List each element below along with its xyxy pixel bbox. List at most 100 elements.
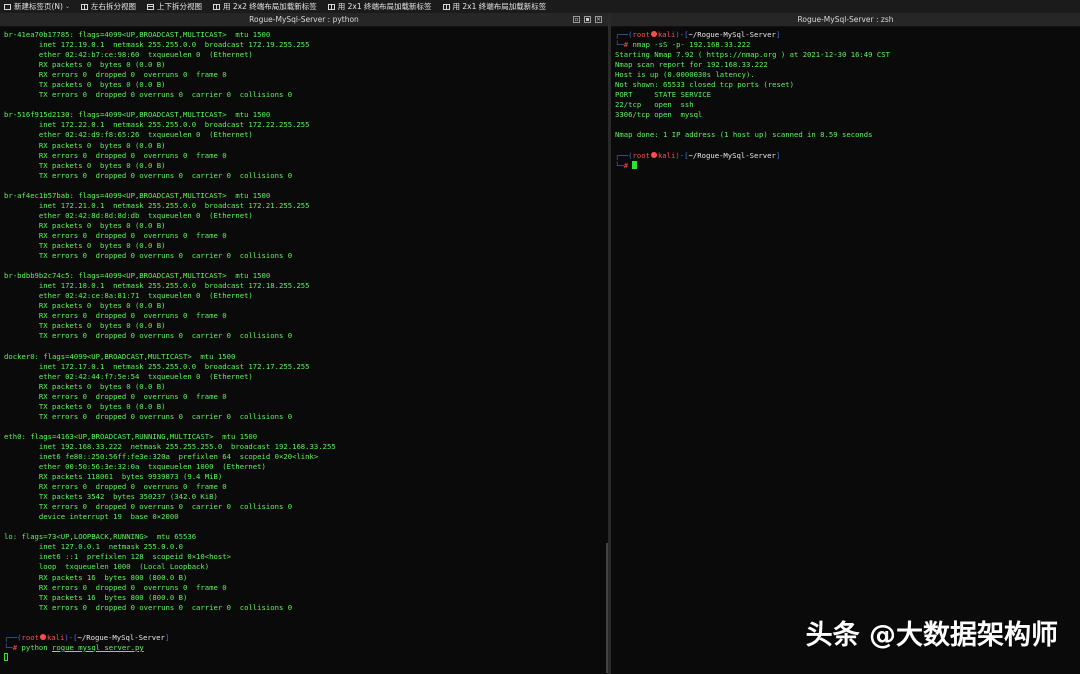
prompt-host: kali (46, 632, 65, 642)
output-line: RX errors 0 dropped 0 overruns 0 frame 0 (4, 391, 227, 401)
output-line: br-516f915d2130: flags=4099<UP,BROADCAST… (4, 110, 271, 120)
output-line: RX errors 0 dropped 0 overruns 0 frame 0 (4, 230, 227, 240)
terminal-toolbar: 新建标签页(N) ⌄ 左右拆分视图 上下拆分视图 用 2x2 终端布局加载新标签 用 2x… (0, 0, 1080, 13)
output-line: RX packets 16 bytes 800 (800.0 B) (4, 572, 188, 582)
pane-window-controls: ▫ ▪ × (573, 13, 602, 26)
output-line: device interrupt 19 base 0×2000 (4, 512, 179, 522)
toolbar-item[interactable]: 用 2x2 终端布局加载新标签 (209, 0, 324, 13)
prompt-line: ┌──(root kali)-[~/Rogue-MySql-Server] (4, 633, 608, 643)
split-horizontal-icon (147, 3, 154, 10)
right-terminal-pane[interactable]: Rogue-MySql-Server : zsh ┌──(root kali)-[… (611, 13, 1080, 674)
output-line: inet 192.168.33.222 netmask 255.255.255.… (4, 441, 336, 451)
split-pane-icon[interactable]: ▫ (573, 16, 580, 23)
output-line: RX packets 118061 bytes 9939873 (9.4 MiB… (4, 472, 223, 482)
skull-icon (39, 633, 46, 640)
output-line: TX packets 3542 bytes 350237 (342.0 KiB) (4, 492, 218, 502)
text-cursor (4, 652, 8, 661)
prompt-input-line: └─# (615, 160, 1080, 171)
output-line: br-41ea70b17785: flags=4099<UP,BROADCAST… (4, 30, 271, 39)
prompt-frame: ┌──( (615, 150, 633, 160)
toolbar-item[interactable]: 用 2x1 终端布局加载新标签 (439, 0, 554, 13)
output-line: RX packets 0 bytes 0 (0.0 B) (4, 60, 166, 70)
left-terminal-pane[interactable]: Rogue-MySql-Server : python ▫ ▪ × br-41e… (0, 13, 608, 674)
skull-icon (650, 151, 657, 158)
output-line: TX errors 0 dropped 0 overruns 0 carrier… (4, 602, 293, 612)
toolbar-item[interactable]: 左右拆分视图 (77, 0, 143, 13)
output-line: 3306/tcp open mysql (615, 110, 703, 120)
output-line: ether 02:42:ce:8a:81:71 txqueuelen 0 (Et… (4, 291, 253, 301)
output-line: PORT STATE SERVICE (615, 90, 712, 100)
grid-layout-icon (213, 3, 220, 10)
output-line: ether 02:42:d9:f8:65:26 txqueuelen 0 (Et… (4, 130, 253, 140)
command-text: nmap -sS -p- 192.168.33.222 (632, 40, 751, 50)
output-line: Nmap done: 1 IP address (1 host up) scan… (615, 130, 873, 140)
output-line: RX errors 0 dropped 0 overruns 0 frame 0 (4, 482, 227, 492)
output-line: inet6 ::1 prefixlen 128 scopeid 0×10<hos… (4, 552, 231, 562)
cursor-line (4, 652, 608, 663)
output-line: ether 00:50:56:3e:32:0a txqueuelen 1000 … (4, 462, 266, 472)
toolbar-item-label: 用 2x1 终端布局加载新标签 (337, 2, 432, 11)
command-text: python (21, 642, 53, 652)
prompt-line: ┌──(root kali)-[~/Rogue-MySql-Server] (615, 30, 1080, 40)
output-line: Nmap scan report for 192.168.33.222 (615, 60, 768, 70)
output-line: TX packets 0 bytes 0 (0.0 B) (4, 321, 166, 331)
output-line: RX packets 0 bytes 0 (0.0 B) (4, 381, 166, 391)
output-line: br-af4ec1b57bab: flags=4099<UP,BROADCAST… (4, 190, 271, 200)
output-line: RX errors 0 dropped 0 overruns 0 frame 0 (4, 70, 227, 80)
prompt-user: root (632, 150, 650, 160)
prompt-frame: ] (164, 632, 170, 642)
prompt-user: root (632, 30, 650, 39)
prompt-directory: ~/Rogue-MySql-Server (77, 632, 165, 642)
toolbar-item[interactable]: 新建标签页(N) ⌄ (0, 0, 77, 13)
prompt-frame: )-[ (64, 632, 78, 642)
output-line: TX packets 0 bytes 0 (0.0 B) (4, 401, 166, 411)
watermark-text: 头条 @大数据架构师 (805, 620, 1058, 651)
output-line: TX errors 0 dropped 0 overruns 0 carrier… (4, 411, 293, 421)
prompt-frame: └─ (4, 642, 13, 652)
toolbar-item[interactable]: 上下拆分视图 (143, 0, 209, 13)
close-pane-icon[interactable]: × (595, 16, 602, 23)
toolbar-item-label: 用 2x1 终端布局加载新标签 (452, 2, 547, 11)
output-line: eth0: flags=4163<UP,BROADCAST,RUNNING,MU… (4, 431, 258, 441)
output-line: TX packets 16 bytes 800 (800.0 B) (4, 592, 188, 602)
toolbar-item-label: 用 2x2 终端布局加载新标签 (223, 2, 317, 11)
right-terminal-output[interactable]: ┌──(root kali)-[~/Rogue-MySql-Server] └─# … (611, 27, 1080, 171)
prompt-frame: ] (775, 150, 781, 160)
output-line: docker0: flags=4099<UP,BROADCAST,MULTICA… (4, 351, 236, 361)
prompt-directory: ~/Rogue-MySql-Server (688, 30, 776, 39)
prompt-frame: ┌──( (615, 30, 633, 39)
output-line: Starting Nmap 7.92 ( https://nmap.org ) … (615, 50, 890, 60)
output-line: TX packets 0 bytes 0 (0.0 B) (4, 240, 166, 250)
left-terminal-output[interactable]: br-41ea70b17785: flags=4099<UP,BROADCAST… (0, 27, 608, 663)
output-line: TX errors 0 dropped 0 overruns 0 carrier… (4, 90, 293, 100)
output-line: ether 02:42:8d:8d:8d:db txqueuelen 0 (Et… (4, 210, 253, 220)
prompt-frame: )-[ (675, 30, 689, 39)
prompt-directory: ~/Rogue-MySql-Server (688, 150, 776, 160)
output-line: TX errors 0 dropped 0 overruns 0 carrier… (4, 502, 293, 512)
output-line: inet 172.22.0.1 netmask 255.255.0.0 broa… (4, 120, 310, 130)
prompt-frame: ] (775, 30, 781, 39)
prompt-frame: )-[ (675, 150, 689, 160)
chevron-down-icon[interactable]: ⌄ (65, 3, 70, 10)
output-line: TX errors 0 dropped 0 overruns 0 carrier… (4, 170, 293, 180)
output-line: lo: flags=73<UP,LOOPBACK,RUNNING> mtu 65… (4, 532, 197, 542)
maximize-pane-icon[interactable]: ▪ (584, 16, 591, 23)
skull-icon (650, 31, 657, 37)
output-line: inet 172.18.0.1 netmask 255.255.0.0 broa… (4, 281, 310, 291)
grid-layout-icon (327, 3, 335, 10)
left-pane-title: Rogue-MySql-Server : python (249, 15, 359, 24)
output-line: inet 172.19.0.1 netmask 255.255.0.0 broa… (4, 40, 310, 50)
grid-layout-icon (442, 3, 450, 10)
output-line: inet6 fe80::250:56ff:fe3e:320a prefixlen… (4, 451, 319, 461)
left-pane-titlebar: Rogue-MySql-Server : python ▫ ▪ × (0, 13, 608, 27)
output-line: loop txqueuelen 1000 (Local Loopback) (4, 562, 210, 572)
toolbar-item[interactable]: 用 2x1 终端布局加载新标签 (324, 0, 439, 13)
